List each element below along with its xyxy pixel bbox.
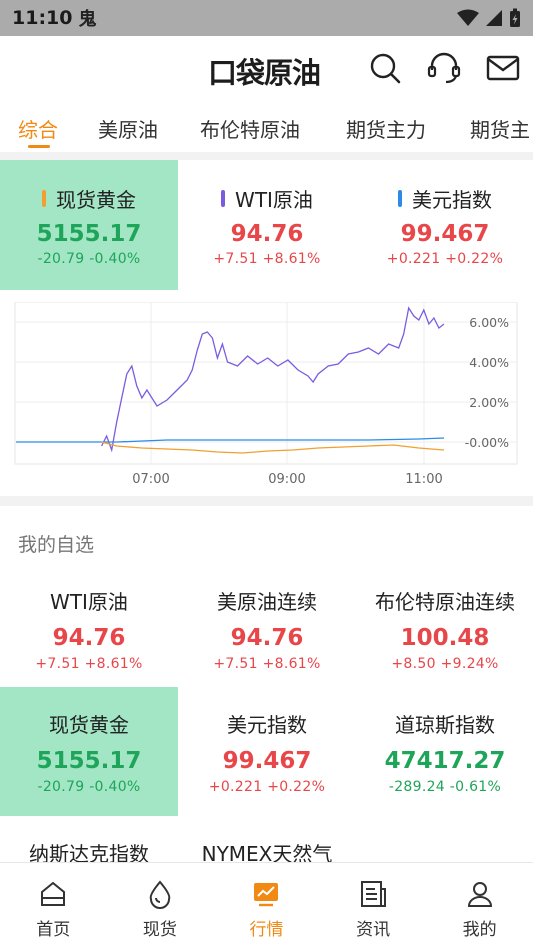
watch-price: 5155.17: [36, 748, 142, 774]
tab-futures-main-2[interactable]: 期货主: [470, 114, 530, 143]
watchlist-item[interactable]: 道琼斯指数 47417.27 -289.24 -0.61%: [356, 687, 533, 816]
watch-change: +7.51 +8.61%: [213, 656, 321, 672]
y-tick-label: 4.00%: [469, 355, 509, 370]
watch-price: 94.76: [230, 625, 304, 651]
nav-label: 我的: [462, 920, 497, 940]
watch-change: -20.79 -0.40%: [37, 779, 141, 795]
watch-name: WTI原油: [50, 590, 128, 614]
nav-label: 首页: [36, 920, 71, 940]
watchlist-section: 我的自选 WTI原油 94.76 +7.51 +8.61% 美原油连续 94.76 +7.…: [0, 506, 533, 862]
news-icon: [361, 881, 387, 907]
watch-price: 100.48: [400, 625, 490, 651]
index-name: 美元指数: [412, 188, 492, 212]
category-tabs: 综合 美原油 布伦特原油 期货主力 期货主: [0, 100, 533, 152]
tab-us-crude[interactable]: 美原油: [98, 114, 158, 143]
index-name: WTI原油: [235, 188, 313, 212]
watchlist-item[interactable]: 美原油连续 94.76 +7.51 +8.61%: [178, 564, 356, 693]
nav-me[interactable]: 我的: [426, 863, 533, 947]
chart-svg: 6.00% 4.00% 2.00% -0.00% 07:00 09:00 11:00: [14, 301, 518, 487]
y-tick-label: 6.00%: [469, 315, 509, 330]
tab-brent-crude[interactable]: 布伦特原油: [200, 114, 300, 143]
x-tick-label: 11:00: [405, 472, 442, 487]
watch-name: 美原油连续: [217, 590, 317, 614]
search-icon[interactable]: [367, 50, 403, 86]
watch-change: +0.221 +0.22%: [208, 779, 326, 795]
index-card-dollar[interactable]: 美元指数 99.467 +0.221 +0.22%: [356, 160, 533, 290]
watch-name: 现货黄金: [49, 713, 129, 737]
dollar-series-marker: [398, 190, 402, 207]
wti-series-marker: [221, 190, 226, 207]
drop-icon: [149, 880, 171, 909]
nav-label: 现货: [142, 920, 177, 940]
watch-name: 美元指数: [227, 713, 307, 737]
active-tab-indicator: [28, 145, 50, 148]
index-change: +7.51 +8.61%: [213, 251, 321, 267]
status-icons: [457, 8, 521, 28]
signal-icon: [486, 10, 502, 26]
status-extra: 鬼: [78, 9, 97, 30]
index-price: 94.76: [230, 221, 304, 247]
watch-change: -289.24 -0.61%: [388, 779, 502, 795]
wifi-icon: [457, 9, 479, 26]
market-overview: 现货黄金 5155.17 -20.79 -0.40% WTI原油 94.76 +…: [0, 160, 533, 496]
watch-price: 94.76: [52, 625, 126, 651]
nav-label: 行情: [249, 920, 284, 940]
nav-home[interactable]: 首页: [0, 863, 107, 947]
battery-icon: [510, 8, 520, 27]
watch-name: NYMEX天然气: [201, 842, 333, 862]
watch-change: +7.51 +8.61%: [35, 656, 143, 672]
index-price: 99.467: [400, 221, 490, 247]
watchlist-item[interactable]: NYMEX天然气: [178, 816, 356, 862]
nav-news[interactable]: 资讯: [320, 863, 427, 947]
x-tick-label: 09:00: [268, 472, 305, 487]
app-screen: 11:10 鬼 口袋原油 综合 美原油 布伦特原油 期货主力 期货主 现货黄金 …: [0, 0, 533, 947]
watch-name: 布伦特原油连续: [375, 590, 515, 614]
customer-service-icon[interactable]: [426, 50, 462, 86]
nav-label: 资讯: [356, 920, 391, 940]
status-time: 11:10: [12, 7, 73, 29]
app-header: 口袋原油: [0, 36, 533, 100]
index-card-wti[interactable]: WTI原油 94.76 +7.51 +8.61%: [178, 160, 356, 290]
nav-spot[interactable]: 现货: [107, 863, 214, 947]
watch-name: 纳斯达克指数: [29, 842, 149, 862]
app-logo: 口袋原油: [208, 56, 321, 90]
home-icon: [41, 881, 66, 906]
nav-market[interactable]: 行情: [213, 863, 320, 947]
watchlist-title: 我的自选: [18, 534, 95, 556]
watch-name: 道琼斯指数: [395, 713, 495, 737]
chart-icon: [254, 883, 279, 907]
watch-price: 99.467: [222, 748, 312, 774]
gold-series-marker: [42, 190, 46, 207]
bottom-nav: 首页 现货 行情 资讯 我的: [0, 862, 533, 947]
watchlist-item[interactable]: 现货黄金 5155.17 -20.79 -0.40%: [0, 687, 178, 816]
tab-futures-main[interactable]: 期货主力: [346, 114, 426, 143]
y-tick-label: 2.00%: [469, 395, 509, 410]
watchlist-item[interactable]: 美元指数 99.467 +0.221 +0.22%: [178, 687, 356, 816]
watchlist-item[interactable]: 布伦特原油连续 100.48 +8.50 +9.24%: [356, 564, 533, 693]
y-tick-label: -0.00%: [465, 435, 509, 450]
index-name: 现货黄金: [56, 188, 136, 212]
status-bar: 11:10 鬼: [0, 0, 533, 36]
watch-price: 47417.27: [384, 748, 506, 774]
intraday-chart[interactable]: 6.00% 4.00% 2.00% -0.00% 07:00 09:00 11:00: [14, 301, 519, 490]
index-change: -20.79 -0.40%: [37, 251, 141, 267]
watchlist-item[interactable]: 纳斯达克指数: [0, 816, 178, 862]
index-change: +0.221 +0.22%: [386, 251, 504, 267]
watchlist-item[interactable]: WTI原油 94.76 +7.51 +8.61%: [0, 564, 178, 693]
index-card-gold[interactable]: 现货黄金 5155.17 -20.79 -0.40%: [0, 160, 178, 290]
watch-change: +8.50 +9.24%: [391, 656, 499, 672]
tab-comprehensive[interactable]: 综合: [18, 114, 58, 143]
x-tick-label: 07:00: [132, 472, 169, 487]
mail-icon[interactable]: [485, 50, 521, 86]
user-icon: [467, 882, 492, 907]
index-price: 5155.17: [36, 221, 142, 247]
